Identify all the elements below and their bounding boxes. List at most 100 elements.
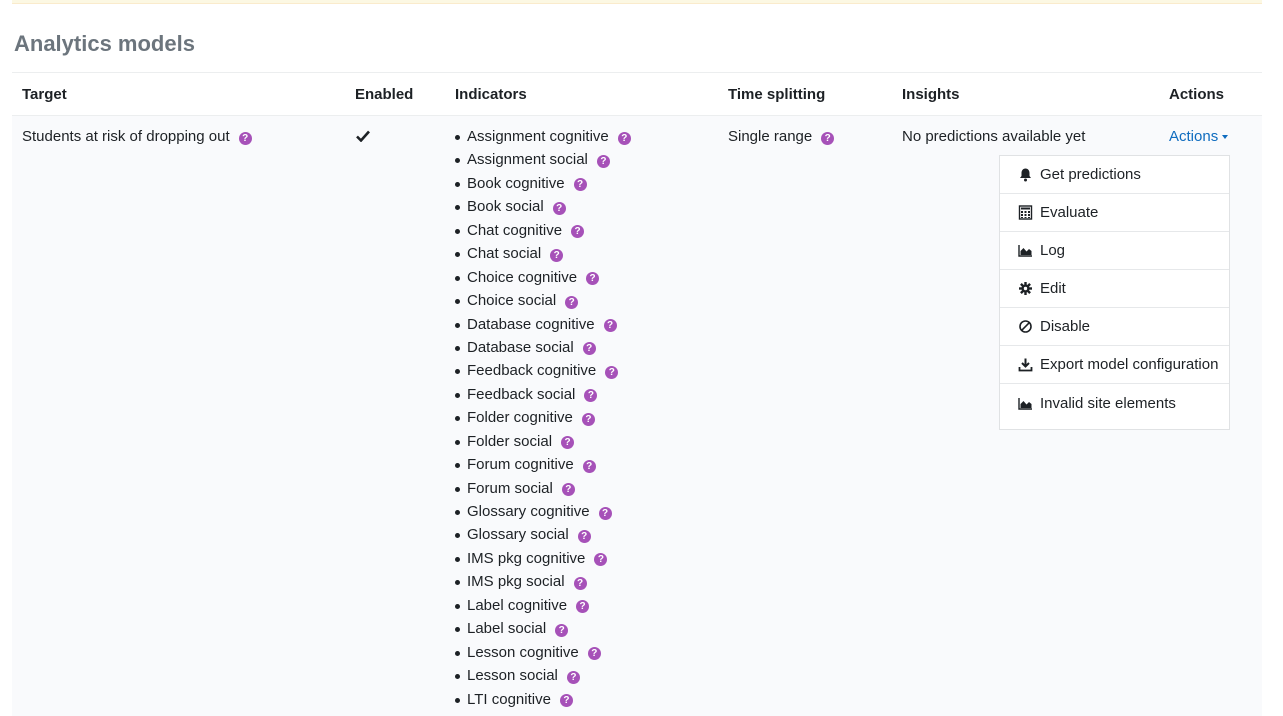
bullet-icon	[455, 627, 460, 633]
help-icon[interactable]: ?	[617, 131, 631, 145]
ban-icon	[1019, 320, 1032, 333]
help-icon[interactable]: ?	[571, 225, 585, 239]
divider	[12, 72, 1262, 73]
bullet-icon	[455, 463, 460, 469]
help-icon[interactable]: ?	[561, 483, 575, 497]
bullet-icon	[455, 181, 460, 187]
menu-item-label: Edit	[1040, 280, 1066, 297]
indicator-label: Assignment social	[467, 151, 588, 169]
indicator-item: Chat cognitive?	[455, 222, 631, 245]
checkmark-icon	[356, 130, 370, 142]
indicator-label: Assignment cognitive	[467, 128, 609, 145]
help-icon[interactable]: ?	[582, 459, 596, 473]
help-icon[interactable]: ?	[238, 131, 252, 145]
indicator-label: Glossary cognitive	[467, 503, 590, 520]
indicator-item: Forum social?	[455, 480, 631, 503]
bullet-icon	[455, 674, 460, 680]
indicator-label: Feedback cognitive	[467, 362, 597, 380]
bullet-icon	[455, 510, 460, 515]
indicator-item: Lesson cognitive?	[455, 644, 631, 667]
help-icon[interactable]: ?	[577, 529, 591, 543]
area-chart-icon	[1018, 397, 1032, 410]
bullet-icon	[455, 345, 460, 351]
help-icon[interactable]: ?	[552, 201, 566, 215]
help-icon[interactable]: ?	[584, 389, 598, 403]
menu-item-label: Export model configuration	[1040, 356, 1219, 373]
actions-dropdown-toggle[interactable]: Actions	[1169, 128, 1229, 145]
indicator-item: Assignment social?	[455, 151, 631, 174]
header-indicators: Indicators	[455, 86, 527, 103]
header-actions: Actions	[1169, 86, 1225, 103]
gear-icon	[1019, 282, 1032, 295]
help-icon[interactable]: ?	[586, 272, 600, 286]
help-icon[interactable]: ?	[573, 576, 587, 590]
help-icon[interactable]: ?	[596, 154, 610, 168]
help-icon[interactable]: ?	[594, 553, 608, 567]
indicator-label: Chat cognitive	[467, 221, 563, 239]
indicator-item: Database cognitive?	[455, 316, 631, 339]
bullet-icon	[455, 252, 460, 258]
menu-item-log[interactable]: Log	[1000, 232, 1229, 270]
help-icon[interactable]: ?	[582, 342, 596, 356]
indicator-item: Feedback social?	[455, 386, 631, 409]
menu-item-export-model-configuration[interactable]: Export model configuration	[1000, 346, 1229, 384]
header-divider	[12, 115, 1262, 116]
indicator-item: Database social?	[455, 339, 631, 362]
header-insights: Insights	[902, 86, 960, 103]
indicator-item: Lesson social?	[455, 667, 631, 690]
help-icon[interactable]: ?	[581, 412, 595, 426]
help-icon[interactable]: ?	[598, 506, 612, 520]
time-splitting-value: Single range	[728, 128, 813, 145]
help-icon[interactable]: ?	[605, 365, 619, 379]
indicator-label: Label cognitive	[467, 596, 568, 614]
menu-item-invalid-site-elements[interactable]: Invalid site elements	[1000, 384, 1229, 422]
indicator-label: IMS pkg cognitive	[467, 549, 586, 567]
bullet-icon	[455, 533, 460, 539]
actions-label: Actions	[1169, 128, 1219, 145]
indicator-label: LTI cognitive	[467, 690, 551, 708]
menu-item-label: Log	[1040, 242, 1066, 259]
help-icon[interactable]: ?	[587, 647, 601, 661]
bullet-icon	[455, 416, 460, 422]
indicator-item: Book cognitive?	[455, 175, 631, 198]
menu-item-disable[interactable]: Disable	[1000, 308, 1229, 346]
header-target: Target	[22, 86, 67, 103]
indicator-label: Book cognitive	[467, 174, 565, 192]
indicator-item: Glossary cognitive?	[455, 503, 631, 526]
menu-item-label: Get predictions	[1040, 166, 1141, 183]
help-icon[interactable]: ?	[565, 295, 579, 309]
help-icon[interactable]: ?	[821, 131, 835, 145]
indicator-item: Choice cognitive?	[455, 269, 631, 292]
menu-item-edit[interactable]: Edit	[1000, 270, 1229, 308]
time-splitting-cell: Single range?	[728, 128, 835, 145]
bullet-icon	[455, 486, 460, 492]
bullet-icon	[455, 369, 460, 375]
help-icon[interactable]: ?	[566, 670, 580, 684]
menu-item-label: Evaluate	[1040, 204, 1099, 221]
indicator-label: Database social	[467, 338, 574, 356]
indicator-item: Folder social?	[455, 433, 631, 456]
indicator-label: Glossary social	[467, 526, 569, 544]
help-icon[interactable]: ?	[603, 319, 617, 333]
bullet-icon	[455, 603, 460, 609]
indicator-item: Book social?	[455, 198, 631, 221]
help-icon[interactable]: ?	[561, 436, 575, 450]
help-icon[interactable]: ?	[550, 248, 564, 262]
help-icon[interactable]: ?	[559, 694, 573, 708]
menu-item-get-predictions[interactable]: Get predictions	[1000, 156, 1229, 194]
header-enabled: Enabled	[355, 86, 414, 103]
indicator-label: Database cognitive	[467, 315, 595, 333]
header-time-splitting: Time splitting	[728, 86, 826, 103]
help-icon[interactable]: ?	[573, 178, 587, 192]
bullet-icon	[455, 299, 460, 305]
help-icon[interactable]: ?	[555, 623, 569, 637]
indicator-item: Assignment cognitive?	[455, 128, 631, 151]
menu-item-evaluate[interactable]: Evaluate	[1000, 194, 1229, 232]
indicator-label: IMS pkg social	[467, 573, 565, 591]
bullet-icon	[455, 322, 460, 328]
bullet-icon	[455, 158, 460, 164]
indicator-label: Choice cognitive	[467, 268, 578, 286]
indicator-label: Forum social	[467, 479, 553, 497]
indicator-item: Chat social?	[455, 245, 631, 268]
help-icon[interactable]: ?	[576, 600, 590, 614]
